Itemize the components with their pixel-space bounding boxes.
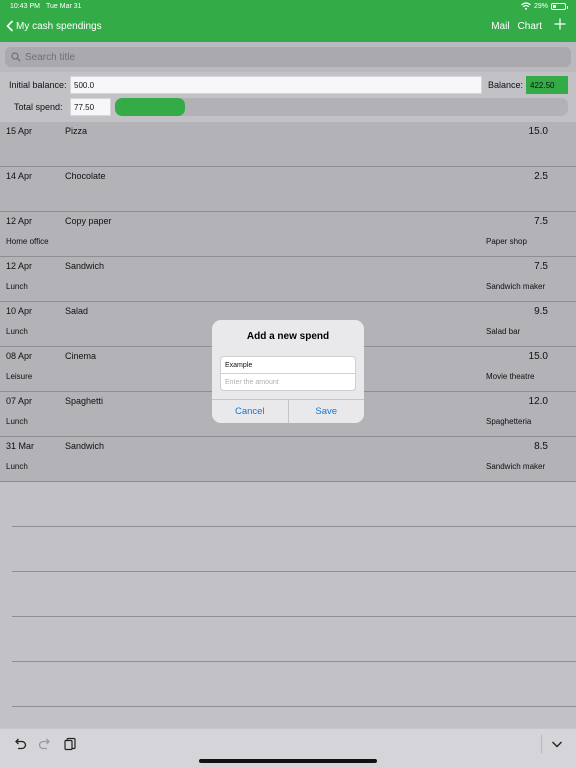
nav-bar: My cash spendings Mail Chart	[0, 18, 576, 38]
balance-value: 422.50	[526, 76, 568, 94]
spend-date: 14 Apr	[6, 171, 33, 181]
divider	[541, 735, 542, 753]
mail-button[interactable]: Mail	[491, 21, 509, 32]
spend-category: Lunch	[6, 327, 28, 336]
spend-shop: Sandwich maker	[486, 282, 546, 291]
spend-category: Leisure	[6, 372, 33, 381]
spend-title: Spaghetti	[65, 396, 104, 406]
battery-percent: 29%	[533, 2, 548, 10]
paste-icon[interactable]	[63, 737, 77, 751]
chevron-down-icon[interactable]	[550, 737, 564, 751]
back-label: My cash spendings	[16, 20, 102, 32]
separator	[12, 482, 576, 527]
back-button[interactable]: My cash spendings	[6, 20, 102, 32]
add-spend-dialog: Add a new spend Example Enter the amount…	[212, 320, 364, 423]
separator	[12, 662, 576, 707]
dialog-title: Add a new spend	[246, 331, 330, 342]
spend-date: 12 Apr	[6, 216, 33, 226]
spend-shop: Paper shop	[486, 237, 527, 246]
list-item[interactable]: 12 Apr Sandwich 7.5 Lunch Sandwich maker	[0, 257, 576, 302]
list-item[interactable]: 15 Apr Pizza 15.0	[0, 122, 576, 167]
balance-panel: Initial balance: 500.0 Balance: 422.50 T…	[0, 72, 576, 120]
cancel-button[interactable]: Cancel	[212, 400, 288, 423]
total-spend-label: Total spend:	[14, 102, 63, 112]
battery-icon	[551, 2, 568, 10]
spend-title: Sandwich	[65, 441, 105, 451]
spend-amount: 12.0	[528, 396, 548, 407]
chevron-left-icon	[6, 20, 14, 32]
spend-title: Chocolate	[65, 171, 106, 181]
search-placeholder: Search title	[25, 51, 76, 63]
spend-amount: 2.5	[534, 171, 548, 182]
separator	[12, 527, 576, 572]
spends-list: 15 Apr Pizza 15.0 14 Apr Chocolate 2.5 1…	[0, 122, 576, 482]
spend-shop: Spaghetteria	[486, 417, 532, 426]
spend-date: 31 Mar	[6, 441, 35, 451]
spend-progress-bar	[115, 98, 568, 116]
home-indicator	[199, 759, 377, 763]
status-right: 29%	[521, 2, 568, 10]
spend-category: Lunch	[6, 462, 28, 471]
spend-shop: Salad bar	[486, 327, 521, 336]
spend-title: Salad	[65, 306, 89, 316]
spend-shop: Movie theatre	[486, 372, 535, 381]
plus-icon[interactable]	[554, 18, 566, 34]
search-bar: Search title	[0, 42, 576, 72]
spend-shop: Sandwich maker	[486, 462, 546, 471]
spend-amount: 15.0	[528, 126, 548, 137]
spend-progress-fill	[115, 98, 186, 116]
list-item[interactable]: 12 Apr Copy paper 7.5 Home office Paper …	[0, 212, 576, 257]
search-icon	[11, 52, 21, 62]
spend-date: 07 Apr	[6, 396, 33, 406]
status-time: 10:43 PM	[10, 3, 40, 10]
spend-category: Home office	[6, 237, 49, 246]
undo-icon[interactable]	[13, 737, 27, 751]
spend-amount: 7.5	[534, 216, 548, 227]
list-item[interactable]: 31 Mar Sandwich 8.5 Lunch Sandwich maker	[0, 437, 576, 482]
spend-date: 10 Apr	[6, 306, 33, 316]
spend-date: 08 Apr	[6, 351, 33, 361]
wifi-icon	[521, 2, 531, 10]
spend-title: Pizza	[65, 126, 88, 136]
list-item[interactable]: 14 Apr Chocolate 2.5	[0, 167, 576, 212]
total-spend-value: 77.50	[70, 98, 111, 116]
initial-balance-field[interactable]: 500.0	[70, 76, 482, 94]
spend-amount: 9.5	[534, 306, 548, 317]
top-bar: 10:43 PM Tue Mar 31 29% My cash spending…	[0, 0, 576, 42]
initial-balance-label: Initial balance:	[9, 80, 67, 90]
spend-title: Cinema	[65, 351, 97, 361]
spend-title: Sandwich	[65, 261, 105, 271]
spend-amount: 7.5	[534, 261, 548, 272]
spend-date: 12 Apr	[6, 261, 33, 271]
status-bar: 10:43 PM Tue Mar 31 29%	[0, 2, 576, 14]
spend-category: Lunch	[6, 282, 28, 291]
save-button[interactable]: Save	[289, 400, 365, 423]
balance-label: Balance:	[488, 80, 524, 90]
chart-button[interactable]: Chart	[518, 21, 542, 32]
spend-date: 15 Apr	[6, 126, 33, 136]
separator	[12, 572, 576, 617]
redo-icon[interactable]	[38, 737, 52, 751]
spend-amount: 8.5	[534, 441, 548, 452]
spend-title: Copy paper	[65, 216, 112, 226]
separator	[12, 617, 576, 662]
spend-amount: 15.0	[528, 351, 548, 362]
spend-category: Lunch	[6, 417, 28, 426]
spend-title-field[interactable]: Example	[220, 356, 356, 374]
empty-list-area	[0, 482, 576, 707]
status-date: Tue Mar 31	[46, 3, 82, 10]
search-input[interactable]: Search title	[5, 47, 571, 67]
amount-field[interactable]: Enter the amount	[220, 374, 356, 391]
